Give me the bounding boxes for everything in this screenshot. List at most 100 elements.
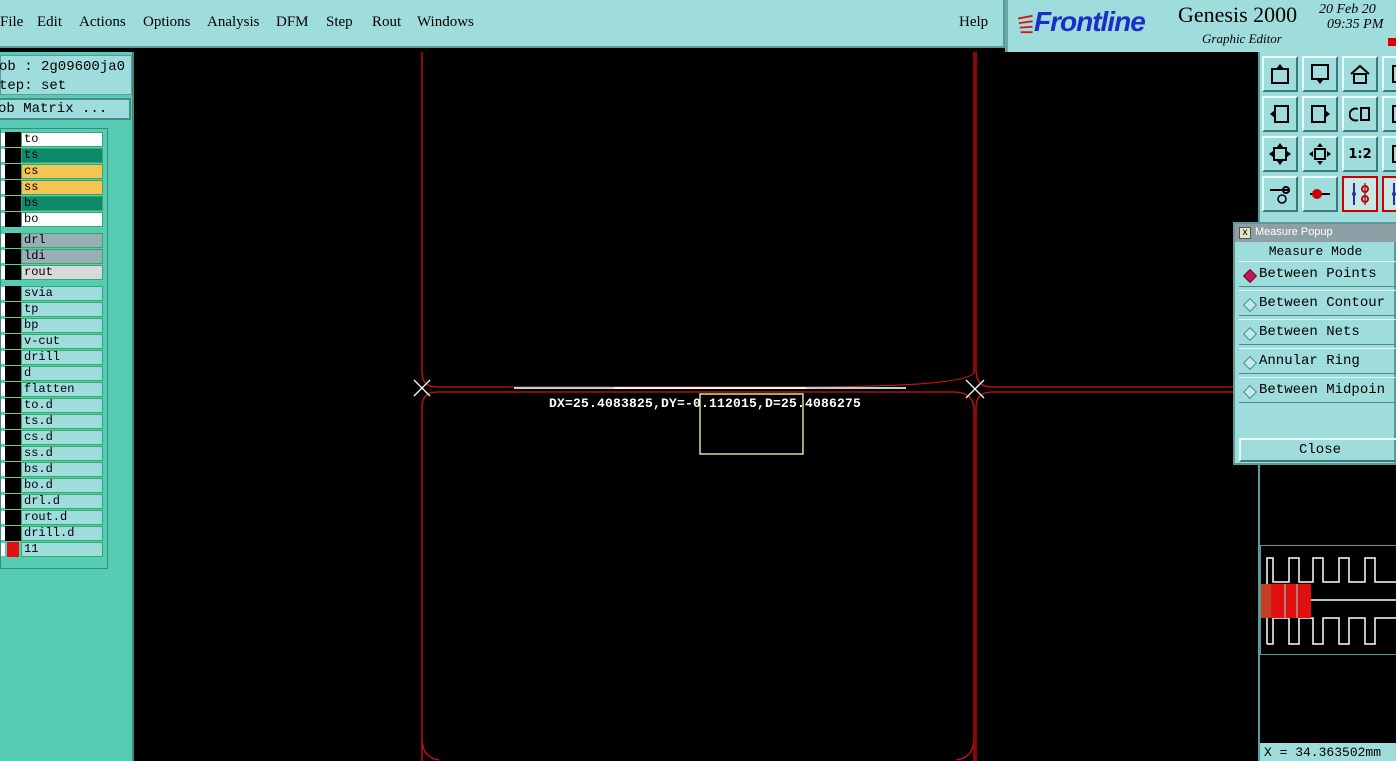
menu-help[interactable]: Help bbox=[959, 14, 988, 31]
overview-panel bbox=[1258, 465, 1396, 761]
next-icon[interactable] bbox=[1302, 96, 1338, 132]
layer-row[interactable]: drl.d bbox=[1, 494, 107, 509]
layer-name: cs bbox=[21, 164, 103, 179]
layer-row[interactable]: ldi bbox=[1, 249, 107, 264]
job-matrix-button[interactable]: ob Matrix ... bbox=[0, 98, 131, 120]
close-button[interactable]: Close bbox=[1239, 438, 1396, 462]
layer-affected-toggle[interactable] bbox=[5, 148, 21, 163]
menu-bar: File Edit Actions Options Analysis DFM S… bbox=[0, 0, 1005, 48]
layer-row[interactable]: bo bbox=[1, 212, 107, 227]
netlist2-icon[interactable] bbox=[1382, 176, 1396, 212]
layer-affected-toggle[interactable] bbox=[5, 382, 21, 397]
menu-rout[interactable]: Rout bbox=[372, 14, 401, 31]
layer-affected-toggle[interactable] bbox=[5, 510, 21, 525]
fit-icon[interactable] bbox=[1262, 136, 1298, 172]
layer-row[interactable]: 11 bbox=[1, 542, 107, 557]
layer-affected-toggle[interactable] bbox=[5, 265, 21, 280]
layer-row[interactable]: d bbox=[1, 366, 107, 381]
layer-affected-toggle[interactable] bbox=[5, 334, 21, 349]
layer-name: drl.d bbox=[21, 494, 103, 509]
layer-name: rout.d bbox=[21, 510, 103, 525]
layer-row[interactable]: drill bbox=[1, 350, 107, 365]
layer-row[interactable]: cs.d bbox=[1, 430, 107, 445]
layer-affected-toggle[interactable] bbox=[5, 414, 21, 429]
layer-row[interactable]: ss bbox=[1, 180, 107, 195]
layer-name: v-cut bbox=[21, 334, 103, 349]
layer-row[interactable]: bp bbox=[1, 318, 107, 333]
layer-row[interactable]: bs.d bbox=[1, 462, 107, 477]
close-icon[interactable]: x bbox=[1239, 227, 1251, 239]
layer-affected-toggle[interactable] bbox=[5, 494, 21, 509]
menu-windows[interactable]: Windows bbox=[417, 14, 474, 31]
menu-options[interactable]: Options bbox=[143, 14, 191, 31]
layer-affected-toggle[interactable] bbox=[5, 526, 21, 541]
graphic-canvas[interactable]: DX=25.4083825,DY=-0.112015,D=25.4086275 bbox=[134, 52, 1258, 761]
layer-row[interactable]: to.d bbox=[1, 398, 107, 413]
layer-row[interactable]: bo.d bbox=[1, 478, 107, 493]
layer-affected-toggle[interactable] bbox=[5, 318, 21, 333]
radio-icon bbox=[1242, 268, 1258, 284]
layer-affected-toggle[interactable] bbox=[5, 478, 21, 493]
layer-row[interactable]: v-cut bbox=[1, 334, 107, 349]
layer-affected-toggle[interactable] bbox=[7, 542, 19, 557]
mode-between-midpoints[interactable]: Between Midpoin bbox=[1239, 377, 1396, 403]
menu-file[interactable]: File bbox=[0, 14, 23, 31]
layer-affected-toggle[interactable] bbox=[5, 462, 21, 477]
layer-row[interactable]: ss.d bbox=[1, 446, 107, 461]
mode-between-contour[interactable]: Between Contour bbox=[1239, 290, 1396, 316]
center-icon[interactable] bbox=[1302, 136, 1338, 172]
layer-affected-toggle[interactable] bbox=[5, 132, 21, 147]
zoom-icon[interactable] bbox=[1382, 136, 1396, 172]
layer-row[interactable]: rout bbox=[1, 265, 107, 280]
measure-popup-titlebar[interactable]: x Measure Popup bbox=[1235, 224, 1396, 242]
layer-affected-toggle[interactable] bbox=[5, 430, 21, 445]
layer-row[interactable]: tp bbox=[1, 302, 107, 317]
menu-dfm[interactable]: DFM bbox=[276, 14, 309, 31]
layer-affected-toggle[interactable] bbox=[5, 350, 21, 365]
mode-annular-ring[interactable]: Annular Ring bbox=[1239, 348, 1396, 374]
layer-row[interactable]: ts.d bbox=[1, 414, 107, 429]
layer-row[interactable]: bs bbox=[1, 196, 107, 211]
layer-affected-toggle[interactable] bbox=[5, 164, 21, 179]
pad-icon[interactable] bbox=[1302, 176, 1338, 212]
page-down-icon[interactable] bbox=[1302, 56, 1338, 92]
layer-row[interactable]: to bbox=[1, 132, 107, 147]
coordinate-bar: X = 34.363502mm bbox=[1258, 743, 1396, 761]
mode-between-nets[interactable]: Between Nets bbox=[1239, 319, 1396, 345]
layer-affected-toggle[interactable] bbox=[5, 286, 21, 301]
layer-row[interactable]: drill.d bbox=[1, 526, 107, 541]
menu-actions[interactable]: Actions bbox=[79, 14, 126, 31]
ratio-icon[interactable]: 1:2 bbox=[1342, 136, 1378, 172]
layer-affected-toggle[interactable] bbox=[5, 302, 21, 317]
layer-affected-toggle[interactable] bbox=[5, 249, 21, 264]
layer-affected-toggle[interactable] bbox=[5, 212, 21, 227]
layer-name: svia bbox=[21, 286, 103, 301]
netlist-icon[interactable] bbox=[1342, 176, 1378, 212]
layer-row[interactable]: cs bbox=[1, 164, 107, 179]
mode-between-points[interactable]: Between Points bbox=[1239, 261, 1396, 287]
layer-row[interactable]: rout.d bbox=[1, 510, 107, 525]
tools-icon[interactable] bbox=[1262, 176, 1298, 212]
layer-affected-toggle[interactable] bbox=[5, 366, 21, 381]
menu-step[interactable]: Step bbox=[326, 14, 353, 31]
overview-map[interactable] bbox=[1260, 545, 1396, 655]
home-icon[interactable] bbox=[1342, 56, 1378, 92]
expand-icon[interactable] bbox=[1382, 96, 1396, 132]
layer-row[interactable]: ts bbox=[1, 148, 107, 163]
layer-affected-toggle[interactable] bbox=[5, 233, 21, 248]
layer-row[interactable]: svia bbox=[1, 286, 107, 301]
layer-affected-toggle[interactable] bbox=[5, 446, 21, 461]
layer-row[interactable]: drl bbox=[1, 233, 107, 248]
page-up-icon[interactable] bbox=[1262, 56, 1298, 92]
layer-visibility-toggle[interactable] bbox=[1, 543, 5, 556]
mode-label: Between Points bbox=[1259, 266, 1377, 282]
undo-icon[interactable] bbox=[1342, 96, 1378, 132]
layer-affected-toggle[interactable] bbox=[5, 196, 21, 211]
layer-row[interactable]: flatten bbox=[1, 382, 107, 397]
frame-icon[interactable] bbox=[1382, 56, 1396, 92]
layer-affected-toggle[interactable] bbox=[5, 180, 21, 195]
layer-affected-toggle[interactable] bbox=[5, 398, 21, 413]
menu-edit[interactable]: Edit bbox=[37, 14, 62, 31]
menu-analysis[interactable]: Analysis bbox=[207, 14, 260, 31]
prev-icon[interactable] bbox=[1262, 96, 1298, 132]
